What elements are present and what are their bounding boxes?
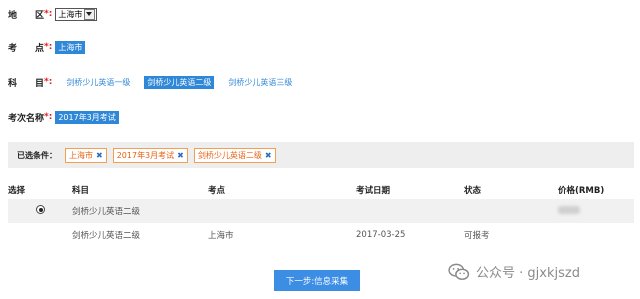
- selected-conditions-bar: 已选条件： 上海市 ✖ 2017年3月考试 ✖ 剑桥少儿英语二级 ✖: [8, 142, 634, 168]
- col-header-status: 状态: [464, 186, 482, 196]
- condition-tag-session: 2017年3月考试 ✖: [112, 147, 188, 163]
- price-cell: [558, 223, 634, 247]
- price-cell: [558, 199, 634, 223]
- select-cell: [8, 199, 72, 223]
- table-header-row: 选择 科目 考点 考试日期 状态 价格(RMB): [8, 181, 634, 199]
- center-row: 考 点 *: 上海市: [8, 40, 86, 54]
- close-icon[interactable]: ✖: [177, 151, 184, 160]
- subject-label: 科 目: [8, 78, 45, 89]
- close-icon[interactable]: ✖: [265, 151, 272, 160]
- col-header-select: 选择: [8, 186, 26, 196]
- center-label: 考 点: [8, 43, 45, 54]
- subject-row: 科 目 *: 剑桥少儿英语一级 剑桥少儿英语二级 剑桥少儿英语三级: [8, 75, 306, 89]
- table-row[interactable]: 剑桥少儿英语二级 上海市 2017-03-25 可报考: [8, 223, 634, 247]
- session-row: 考次名称 *: 2017年3月考试: [8, 110, 119, 124]
- chevron-down-icon[interactable]: [84, 8, 96, 20]
- selected-conditions-label: 已选条件：: [17, 150, 57, 160]
- subject-option-level3[interactable]: 剑桥少儿英语三级: [228, 77, 292, 88]
- center-option-selected[interactable]: 上海市: [55, 40, 86, 54]
- col-header-center: 考点: [208, 186, 226, 196]
- date-cell: [356, 199, 464, 223]
- blurred-price: [558, 205, 580, 214]
- condition-tag-text: 2017年3月考试: [116, 150, 175, 160]
- table-row[interactable]: 剑桥少儿英语二级: [8, 199, 634, 223]
- condition-tag-text: 剑桥少儿英语二级: [197, 150, 262, 160]
- region-row: 地 区 *: 上海市: [8, 7, 98, 21]
- session-required-mark: *:: [44, 112, 53, 122]
- date-cell: 2017-03-25: [356, 230, 406, 240]
- condition-tag-region: 上海市 ✖: [65, 147, 107, 163]
- watermark-text: 公众号 · gjxkjszd: [476, 266, 580, 281]
- region-label: 地 区: [8, 10, 45, 21]
- subject-required-mark: *:: [44, 77, 53, 87]
- col-header-date: 考试日期: [356, 186, 391, 196]
- select-cell: [8, 223, 72, 247]
- condition-tag-text: 上海市: [69, 150, 93, 160]
- wechat-icon: [448, 263, 470, 280]
- subject-option-level2[interactable]: 剑桥少儿英语二级: [144, 75, 215, 89]
- region-select[interactable]: 上海市: [55, 7, 98, 21]
- center-cell: [208, 199, 356, 223]
- subject-cell: 剑桥少儿英语二级: [72, 231, 141, 241]
- status-cell: 可报考: [464, 231, 490, 241]
- col-header-subject: 科目: [72, 186, 90, 196]
- session-option-selected[interactable]: 2017年3月考试: [55, 110, 119, 124]
- row-radio-selected[interactable]: [36, 205, 45, 214]
- center-cell: 上海市: [208, 231, 234, 241]
- region-required-mark: *:: [44, 9, 53, 19]
- subject-option-level1[interactable]: 剑桥少儿英语一级: [66, 77, 130, 88]
- watermark: 公众号 · gjxkjszd: [448, 262, 580, 281]
- region-select-value: 上海市: [58, 9, 83, 19]
- subject-cell: 剑桥少儿英语二级: [72, 199, 208, 223]
- condition-tag-subject: 剑桥少儿英语二级 ✖: [193, 147, 276, 163]
- close-icon[interactable]: ✖: [96, 151, 103, 160]
- col-header-price: 价格(RMB): [558, 186, 605, 196]
- exam-table: 选择 科目 考点 考试日期 状态 价格(RMB) 剑桥少儿英语二级 剑桥少儿英语…: [8, 181, 634, 247]
- center-required-mark: *:: [44, 42, 53, 52]
- status-cell: [464, 199, 558, 223]
- session-label: 考次名称: [8, 113, 45, 124]
- next-step-button[interactable]: 下一步:信息采集: [274, 270, 360, 291]
